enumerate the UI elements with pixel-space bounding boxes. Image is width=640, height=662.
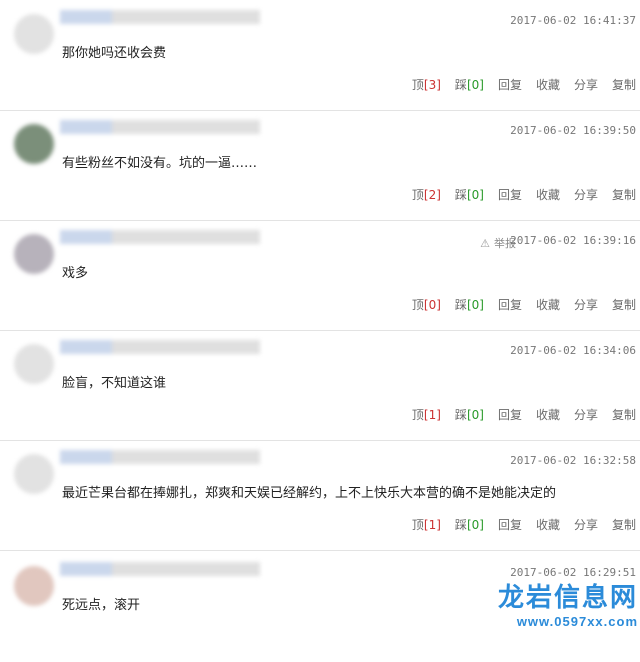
share-button[interactable]: 分享 — [574, 516, 598, 533]
username-blurred[interactable] — [60, 10, 260, 24]
comment-item: 2017-06-02 16:41:37 那你她吗还收会费 顶[3] 踩[0] 回… — [0, 0, 640, 111]
downvote-button[interactable]: 踩[0] — [455, 76, 484, 93]
downvote-button[interactable]: 踩[0] — [455, 296, 484, 313]
share-button[interactable]: 分享 — [574, 296, 598, 313]
share-button[interactable]: 分享 — [574, 76, 598, 93]
comment-item: 2017-06-02 16:32:58 最近芒果台都在捧娜扎，郑爽和天娱已经解约… — [0, 440, 640, 551]
comment-actions: 顶[3] 踩[0] 回复 收藏 分享 复制 — [412, 76, 636, 93]
username-blurred[interactable] — [60, 340, 260, 354]
upvote-button[interactable]: 顶[3] — [412, 76, 441, 93]
upvote-button[interactable]: 顶[1] — [412, 516, 441, 533]
comment-actions: 顶[2] 踩[0] 回复 收藏 分享 复制 — [412, 186, 636, 203]
site-watermark: 龙岩信息网 www.0597xx.com — [498, 577, 638, 629]
comment-time: 2017-06-02 16:41:37 — [510, 14, 636, 27]
comment-actions: 顶[1] 踩[0] 回复 收藏 分享 复制 — [412, 406, 636, 423]
reply-button[interactable]: 回复 — [498, 296, 522, 313]
comment-actions: 顶[1] 踩[0] 回复 收藏 分享 复制 — [412, 516, 636, 533]
copy-button[interactable]: 复制 — [612, 296, 636, 313]
comment-item: ⚠ 举报 2017-06-02 16:39:16 戏多 顶[0] 踩[0] 回复 … — [0, 220, 640, 331]
upvote-button[interactable]: 顶[0] — [412, 296, 441, 313]
downvote-button[interactable]: 踩[0] — [455, 186, 484, 203]
avatar[interactable] — [14, 234, 54, 274]
warning-icon: ⚠ — [480, 237, 490, 250]
comment-text: 有些粉丝不如没有。坑的一逼…… — [62, 156, 258, 171]
comment-item: 2017-06-02 16:34:06 脸盲，不知道这谁 顶[1] 踩[0] 回… — [0, 330, 640, 441]
comment-time: 2017-06-02 16:32:58 — [510, 454, 636, 467]
username-blurred[interactable] — [60, 230, 260, 244]
favorite-button[interactable]: 收藏 — [536, 516, 560, 533]
comment-item: 2017-06-02 16:39:50 有些粉丝不如没有。坑的一逼…… 顶[2]… — [0, 110, 640, 221]
share-button[interactable]: 分享 — [574, 186, 598, 203]
comment-text: 那你她吗还收会费 — [62, 46, 167, 61]
avatar[interactable] — [14, 454, 54, 494]
copy-button[interactable]: 复制 — [612, 406, 636, 423]
comment-text: 最近芒果台都在捧娜扎，郑爽和天娱已经解约，上不上快乐大本营的确不是她能决定的 — [62, 486, 557, 501]
username-blurred[interactable] — [60, 562, 260, 576]
favorite-button[interactable]: 收藏 — [536, 296, 560, 313]
comment-text: 戏多 — [62, 266, 89, 281]
downvote-button[interactable]: 踩[0] — [455, 406, 484, 423]
downvote-button[interactable]: 踩[0] — [455, 516, 484, 533]
avatar[interactable] — [14, 344, 54, 384]
username-blurred[interactable] — [60, 450, 260, 464]
favorite-button[interactable]: 收藏 — [536, 76, 560, 93]
comment-time: 2017-06-02 16:34:06 — [510, 344, 636, 357]
reply-button[interactable]: 回复 — [498, 516, 522, 533]
avatar[interactable] — [14, 124, 54, 164]
comment-time: 2017-06-02 16:39:16 — [510, 234, 636, 247]
copy-button[interactable]: 复制 — [612, 76, 636, 93]
username-blurred[interactable] — [60, 120, 260, 134]
avatar[interactable] — [14, 566, 54, 606]
copy-button[interactable]: 复制 — [612, 516, 636, 533]
upvote-button[interactable]: 顶[1] — [412, 406, 441, 423]
upvote-button[interactable]: 顶[2] — [412, 186, 441, 203]
reply-button[interactable]: 回复 — [498, 186, 522, 203]
comment-actions: 顶[0] 踩[0] 回复 收藏 分享 复制 — [412, 296, 636, 313]
reply-button[interactable]: 回复 — [498, 76, 522, 93]
watermark-name: 龙岩信息网 — [497, 583, 638, 613]
comment-text: 死远点，滚开 — [62, 598, 141, 613]
favorite-button[interactable]: 收藏 — [536, 186, 560, 203]
copy-button[interactable]: 复制 — [612, 186, 636, 203]
avatar[interactable] — [14, 14, 54, 54]
favorite-button[interactable]: 收藏 — [536, 406, 560, 423]
reply-button[interactable]: 回复 — [498, 406, 522, 423]
share-button[interactable]: 分享 — [574, 406, 598, 423]
comment-text: 脸盲，不知道这谁 — [62, 376, 167, 391]
watermark-url: www.0597xx.com — [516, 614, 638, 629]
comment-time: 2017-06-02 16:39:50 — [510, 124, 636, 137]
